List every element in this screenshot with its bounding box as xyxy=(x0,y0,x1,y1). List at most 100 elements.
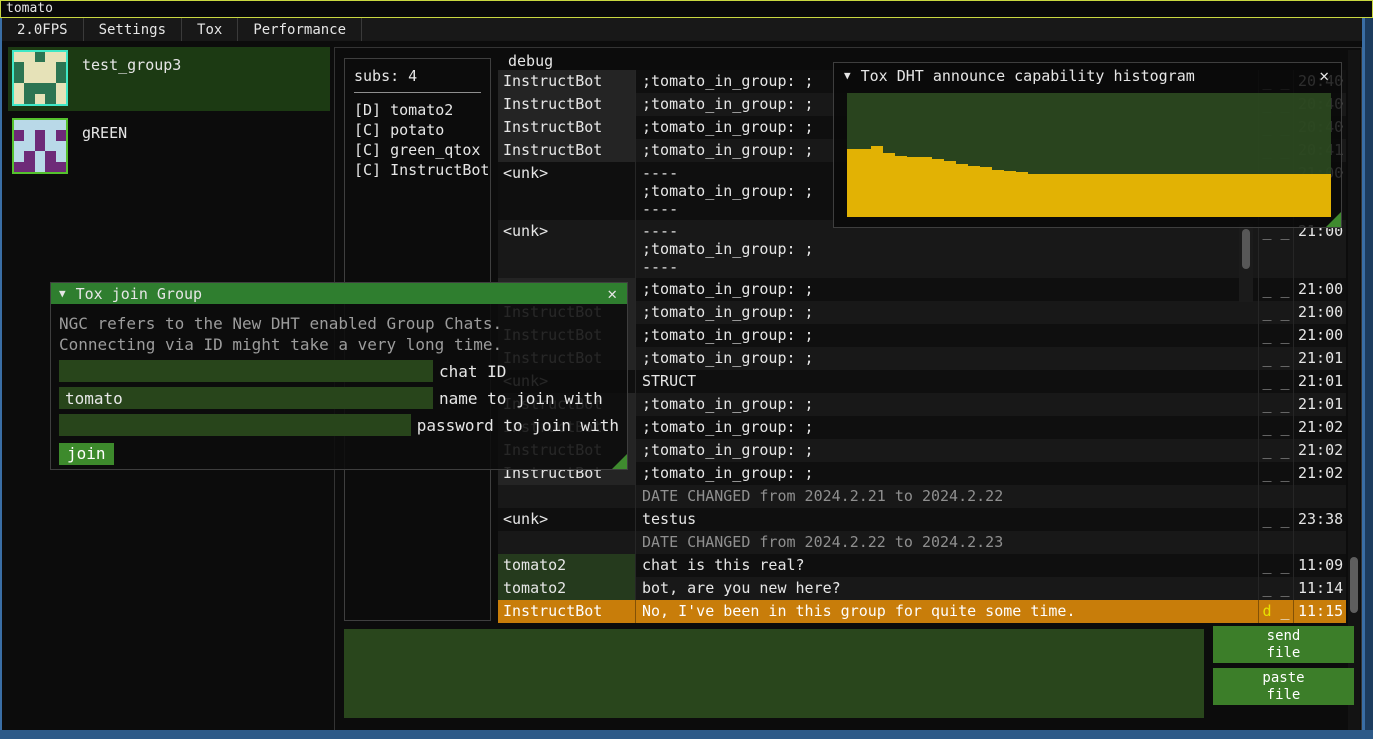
collapse-triangle-icon[interactable]: ▼ xyxy=(844,69,851,82)
close-icon[interactable]: ✕ xyxy=(605,284,619,303)
histogram-bar xyxy=(968,166,980,217)
histogram-bar xyxy=(1125,174,1137,217)
histogram-bar xyxy=(895,156,907,217)
histogram-bar xyxy=(907,157,919,217)
histogram-bar xyxy=(980,167,992,217)
message-cell: testus xyxy=(636,508,1259,531)
collapse-triangle-icon[interactable]: ▼ xyxy=(59,287,66,300)
menu-tox[interactable]: Tox xyxy=(182,18,238,41)
group-item-gREEN[interactable]: gREEN xyxy=(8,115,330,173)
histogram-bar xyxy=(944,161,956,217)
join-button[interactable]: join xyxy=(59,443,114,465)
chat-id-input[interactable] xyxy=(59,360,433,382)
sub-member[interactable]: [C] green_qtox xyxy=(354,140,481,160)
message-cell: ;tomato_in_group: ; xyxy=(636,278,1259,301)
message-row[interactable]: InstructBotNo, I've been in this group f… xyxy=(498,600,1346,623)
message-cell: bot, are you new here? xyxy=(636,577,1259,600)
histogram-bar xyxy=(1028,174,1040,217)
message-cell: ;tomato_in_group: ; xyxy=(636,439,1259,462)
menu-performance[interactable]: Performance xyxy=(238,18,362,41)
sender-cell: <unk> xyxy=(498,508,636,531)
resize-grip[interactable] xyxy=(612,454,627,469)
sender-cell: tomato2 xyxy=(498,577,636,600)
message-row[interactable]: tomato2chat is this real?_ _11:09 xyxy=(498,554,1346,577)
close-icon[interactable]: ✕ xyxy=(1317,66,1331,85)
status-cell: _ _ xyxy=(1259,370,1294,393)
status-cell: _ _ xyxy=(1259,508,1294,531)
status-cell: _ _ xyxy=(1259,347,1294,370)
chat-scrollbar-thumb[interactable] xyxy=(1350,557,1358,613)
wm-edge-bottom xyxy=(0,730,1373,739)
histogram-bar xyxy=(1198,174,1210,217)
sender-cell: InstructBot xyxy=(498,93,636,116)
histogram-bar xyxy=(1319,174,1331,217)
histogram-bar xyxy=(956,164,968,217)
status-cell: _ _ xyxy=(1259,393,1294,416)
paste-file-button[interactable]: paste file xyxy=(1213,668,1354,705)
wm-edge-right-inner xyxy=(1362,18,1365,739)
time-cell: 23:38 xyxy=(1294,508,1346,531)
menu-performance-label: Performance xyxy=(253,22,346,38)
status-cell: _ _ xyxy=(1259,278,1294,301)
message-row[interactable]: tomato2bot, are you new here?_ _11:14 xyxy=(498,577,1346,600)
time-cell: 21:01 xyxy=(1294,370,1346,393)
time-cell: 21:00 xyxy=(1294,220,1346,278)
send-file-button[interactable]: send file xyxy=(1213,626,1354,663)
sub-member[interactable]: [C] potato xyxy=(354,120,481,140)
message-input[interactable] xyxy=(344,629,1204,718)
time-cell: 21:00 xyxy=(1294,324,1346,347)
join-description-line2: Connecting via ID might take a very long… xyxy=(59,334,619,355)
time-cell: 21:01 xyxy=(1294,393,1346,416)
dht-histogram-titlebar[interactable]: ▼ Tox DHT announce capability histogram … xyxy=(834,63,1341,88)
tab-debug[interactable]: debug xyxy=(498,52,563,70)
join-name-input[interactable] xyxy=(59,387,433,409)
histogram-bar xyxy=(1077,174,1089,217)
date-separator-row[interactable]: DATE CHANGED from 2024.2.22 to 2024.2.23 xyxy=(498,531,1346,554)
wm-title: tomato xyxy=(6,1,53,16)
group-item-test_group3[interactable]: test_group3 xyxy=(8,47,330,111)
status-cell: _ _ xyxy=(1259,416,1294,439)
group-avatar-icon xyxy=(12,50,68,106)
message-cell: ;tomato_in_group: ; xyxy=(636,301,1259,324)
sender-cell xyxy=(498,531,636,554)
fps-indicator: 2.0FPS xyxy=(2,18,84,41)
histogram-bar xyxy=(1089,174,1101,217)
histogram-bar xyxy=(1053,174,1065,217)
histogram-bar xyxy=(1210,174,1222,217)
inner-scrollbar-thumb[interactable] xyxy=(1242,229,1250,269)
join-password-label: password to join with xyxy=(417,416,619,435)
join-description-line1: NGC refers to the New DHT enabled Group … xyxy=(59,313,619,334)
histogram-bar xyxy=(1065,174,1077,217)
wm-titlebar[interactable]: tomato xyxy=(0,0,1373,18)
status-cell: _ _ xyxy=(1259,577,1294,600)
join-password-input[interactable] xyxy=(59,414,411,436)
menu-settings[interactable]: Settings xyxy=(84,18,182,41)
histogram-bar xyxy=(1246,174,1258,217)
sub-member[interactable]: [C] InstructBot xyxy=(354,160,481,180)
time-cell: 21:02 xyxy=(1294,416,1346,439)
time-cell: 21:02 xyxy=(1294,439,1346,462)
join-group-titlebar[interactable]: ▼ Tox join Group ✕ xyxy=(51,283,627,304)
sub-member[interactable]: [D] tomato2 xyxy=(354,100,481,120)
histogram-bar xyxy=(871,146,883,217)
group-name: test_group3 xyxy=(82,56,181,111)
date-separator-row[interactable]: DATE CHANGED from 2024.2.21 to 2024.2.22 xyxy=(498,485,1346,508)
chat-id-label: chat ID xyxy=(439,362,506,381)
histogram-bar xyxy=(1161,174,1173,217)
histogram-bar xyxy=(1234,174,1246,217)
histogram-bars xyxy=(847,93,1331,217)
sender-cell: InstructBot xyxy=(498,600,636,623)
histogram-bar xyxy=(1113,174,1125,217)
sender-cell: InstructBot xyxy=(498,116,636,139)
message-row[interactable]: <unk>testus_ _23:38 xyxy=(498,508,1346,531)
message-row[interactable]: <unk>---- ;tomato_in_group: ; ----_ _21:… xyxy=(498,220,1346,278)
message-cell: DATE CHANGED from 2024.2.21 to 2024.2.22 xyxy=(636,485,1259,508)
resize-grip[interactable] xyxy=(1326,212,1341,227)
histogram-plot xyxy=(847,93,1331,217)
histogram-bar xyxy=(1101,174,1113,217)
histogram-bar xyxy=(1137,174,1149,217)
menubar: 2.0FPS Settings Tox Performance xyxy=(2,18,1362,41)
message-cell: chat is this real? xyxy=(636,554,1259,577)
status-cell: _ _ xyxy=(1259,462,1294,485)
time-cell: 21:00 xyxy=(1294,278,1346,301)
